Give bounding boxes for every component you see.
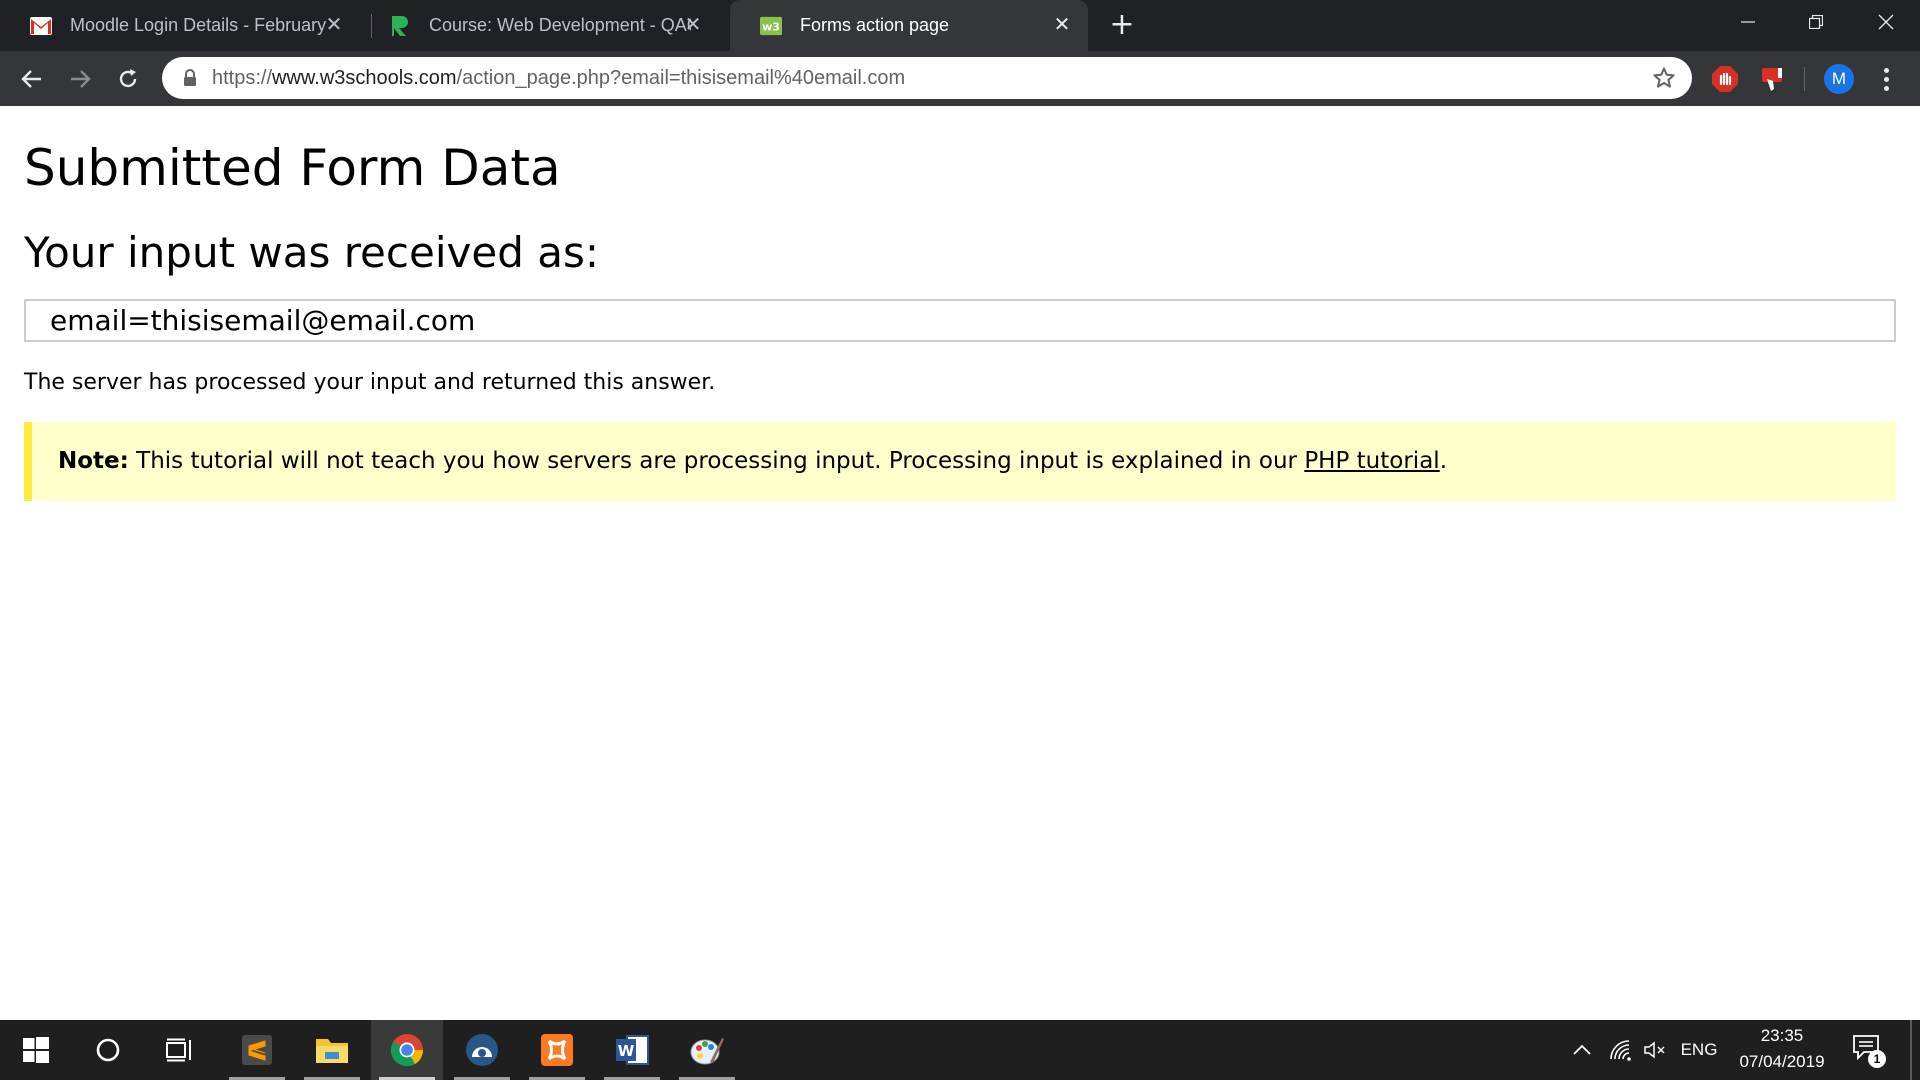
taskbar-app-paint[interactable] bbox=[671, 1020, 743, 1080]
language-indicator[interactable]: ENG bbox=[1674, 1020, 1724, 1080]
plus-icon[interactable]: + bbox=[1106, 10, 1138, 42]
page-title: Submitted Form Data bbox=[24, 139, 561, 197]
close-tab-icon[interactable]: ✕ bbox=[322, 13, 346, 37]
chrome-icon bbox=[390, 1034, 424, 1067]
task-view-icon bbox=[166, 1038, 191, 1062]
windows-logo-icon bbox=[23, 1037, 49, 1063]
wifi-icon bbox=[1610, 1040, 1631, 1061]
menu-kebab-icon[interactable] bbox=[1872, 63, 1900, 95]
address-bar[interactable]: https://www.w3schools.com/action_page.ph… bbox=[162, 57, 1692, 99]
taskbar-app-blender[interactable] bbox=[446, 1020, 518, 1080]
system-clock[interactable]: 23:35 07/04/2019 bbox=[1730, 1020, 1834, 1080]
paint-icon bbox=[690, 1038, 724, 1065]
tab-label: Forms action page bbox=[800, 15, 950, 35]
tab-moodle-login[interactable]: Moodle Login Details - February ✕ bbox=[0, 0, 360, 51]
w3schools-icon: w3 bbox=[760, 15, 782, 37]
xampp-icon bbox=[541, 1034, 573, 1066]
close-tab-icon[interactable]: ✕ bbox=[681, 13, 705, 37]
web-page-content: Submitted Form Data Your input was recei… bbox=[0, 106, 1920, 1020]
restore-button[interactable] bbox=[1782, 0, 1850, 44]
url-host: www.w3schools.com bbox=[272, 67, 457, 89]
notification-count-badge: 1 bbox=[1868, 1050, 1886, 1068]
file-explorer-icon bbox=[316, 1039, 348, 1063]
course-icon bbox=[389, 15, 411, 37]
taskbar-app-xampp[interactable] bbox=[521, 1020, 593, 1080]
taskbar-app-sublime[interactable] bbox=[221, 1020, 293, 1080]
show-hidden-icons-button[interactable] bbox=[1568, 1020, 1596, 1080]
back-button[interactable] bbox=[14, 61, 50, 97]
speaker-muted-icon bbox=[1644, 1041, 1665, 1059]
lock-icon[interactable] bbox=[180, 68, 200, 88]
gmail-icon bbox=[30, 15, 52, 37]
note-label: Note: bbox=[58, 448, 129, 474]
windows-taskbar: W ENG 23:35 07/04/2019 1 bbox=[0, 1020, 1920, 1080]
close-window-button[interactable] bbox=[1852, 0, 1920, 44]
note-text: This tutorial will not teach you how ser… bbox=[128, 448, 1305, 474]
taskbar-app-explorer[interactable] bbox=[296, 1020, 368, 1080]
tab-label: Moodle Login Details - February bbox=[70, 15, 327, 35]
page-subtitle: Your input was received as: bbox=[24, 228, 599, 277]
note-panel: Note: This tutorial will not teach you h… bbox=[24, 422, 1896, 501]
url-path: /action_page.php?email=thisisemail%40ema… bbox=[456, 67, 906, 89]
word-icon: W bbox=[616, 1035, 649, 1065]
tab-label: Course: Web Development - QAC bbox=[429, 15, 691, 35]
taskbar-app-word[interactable]: W bbox=[596, 1020, 668, 1080]
reload-button[interactable] bbox=[110, 61, 146, 97]
clock-date: 07/04/2019 bbox=[1739, 1052, 1825, 1071]
svg-text:W: W bbox=[618, 1042, 635, 1060]
forward-arrow-icon bbox=[71, 70, 91, 88]
ad-blocker-extension-icon[interactable] bbox=[1709, 63, 1741, 95]
clock-time: 23:35 bbox=[1760, 1026, 1804, 1045]
cortana-circle-icon bbox=[96, 1038, 120, 1062]
start-button[interactable] bbox=[0, 1020, 72, 1080]
back-arrow-icon bbox=[21, 70, 41, 88]
cortana-search-button[interactable] bbox=[72, 1020, 144, 1080]
tab-forms-action-page[interactable]: w3 Forms action page ✕ bbox=[730, 0, 1088, 51]
chevron-up-icon bbox=[1573, 1044, 1591, 1055]
minimize-button[interactable] bbox=[1714, 0, 1782, 44]
wifi-status[interactable] bbox=[1606, 1020, 1636, 1080]
close-tab-icon[interactable]: ✕ bbox=[1050, 13, 1074, 37]
volume-status[interactable] bbox=[1640, 1020, 1670, 1080]
submitted-data-box: email=thisisemail@email.com bbox=[24, 299, 1896, 342]
url-text[interactable]: https://www.w3schools.com/action_page.ph… bbox=[212, 57, 905, 99]
toolbar-separator bbox=[1804, 67, 1805, 91]
tab-course-web-dev[interactable]: Course: Web Development - QAC ✕ bbox=[359, 0, 719, 51]
blender-icon bbox=[466, 1034, 498, 1066]
server-message: The server has processed your input and … bbox=[24, 370, 716, 395]
bookmark-star-icon[interactable] bbox=[1652, 66, 1676, 90]
profile-avatar[interactable]: M bbox=[1824, 64, 1854, 94]
php-tutorial-link[interactable]: PHP tutorial bbox=[1304, 448, 1439, 474]
browser-tab-bar: Moodle Login Details - February ✕ Course… bbox=[0, 0, 1920, 51]
action-center-button[interactable]: 1 bbox=[1852, 1034, 1886, 1068]
show-desktop-button[interactable] bbox=[1910, 1020, 1912, 1080]
reload-icon bbox=[119, 69, 137, 88]
taskbar-app-chrome[interactable] bbox=[371, 1020, 443, 1080]
url-scheme: https:// bbox=[212, 67, 273, 89]
sublime-text-icon bbox=[242, 1035, 272, 1065]
browser-toolbar: https://www.w3schools.com/action_page.ph… bbox=[0, 51, 1920, 106]
dislike-extension-icon[interactable] bbox=[1756, 63, 1788, 95]
task-view-button[interactable] bbox=[144, 1020, 216, 1080]
note-end: . bbox=[1439, 448, 1447, 474]
forward-button[interactable] bbox=[62, 61, 98, 97]
svg-text:w3: w3 bbox=[762, 20, 780, 33]
